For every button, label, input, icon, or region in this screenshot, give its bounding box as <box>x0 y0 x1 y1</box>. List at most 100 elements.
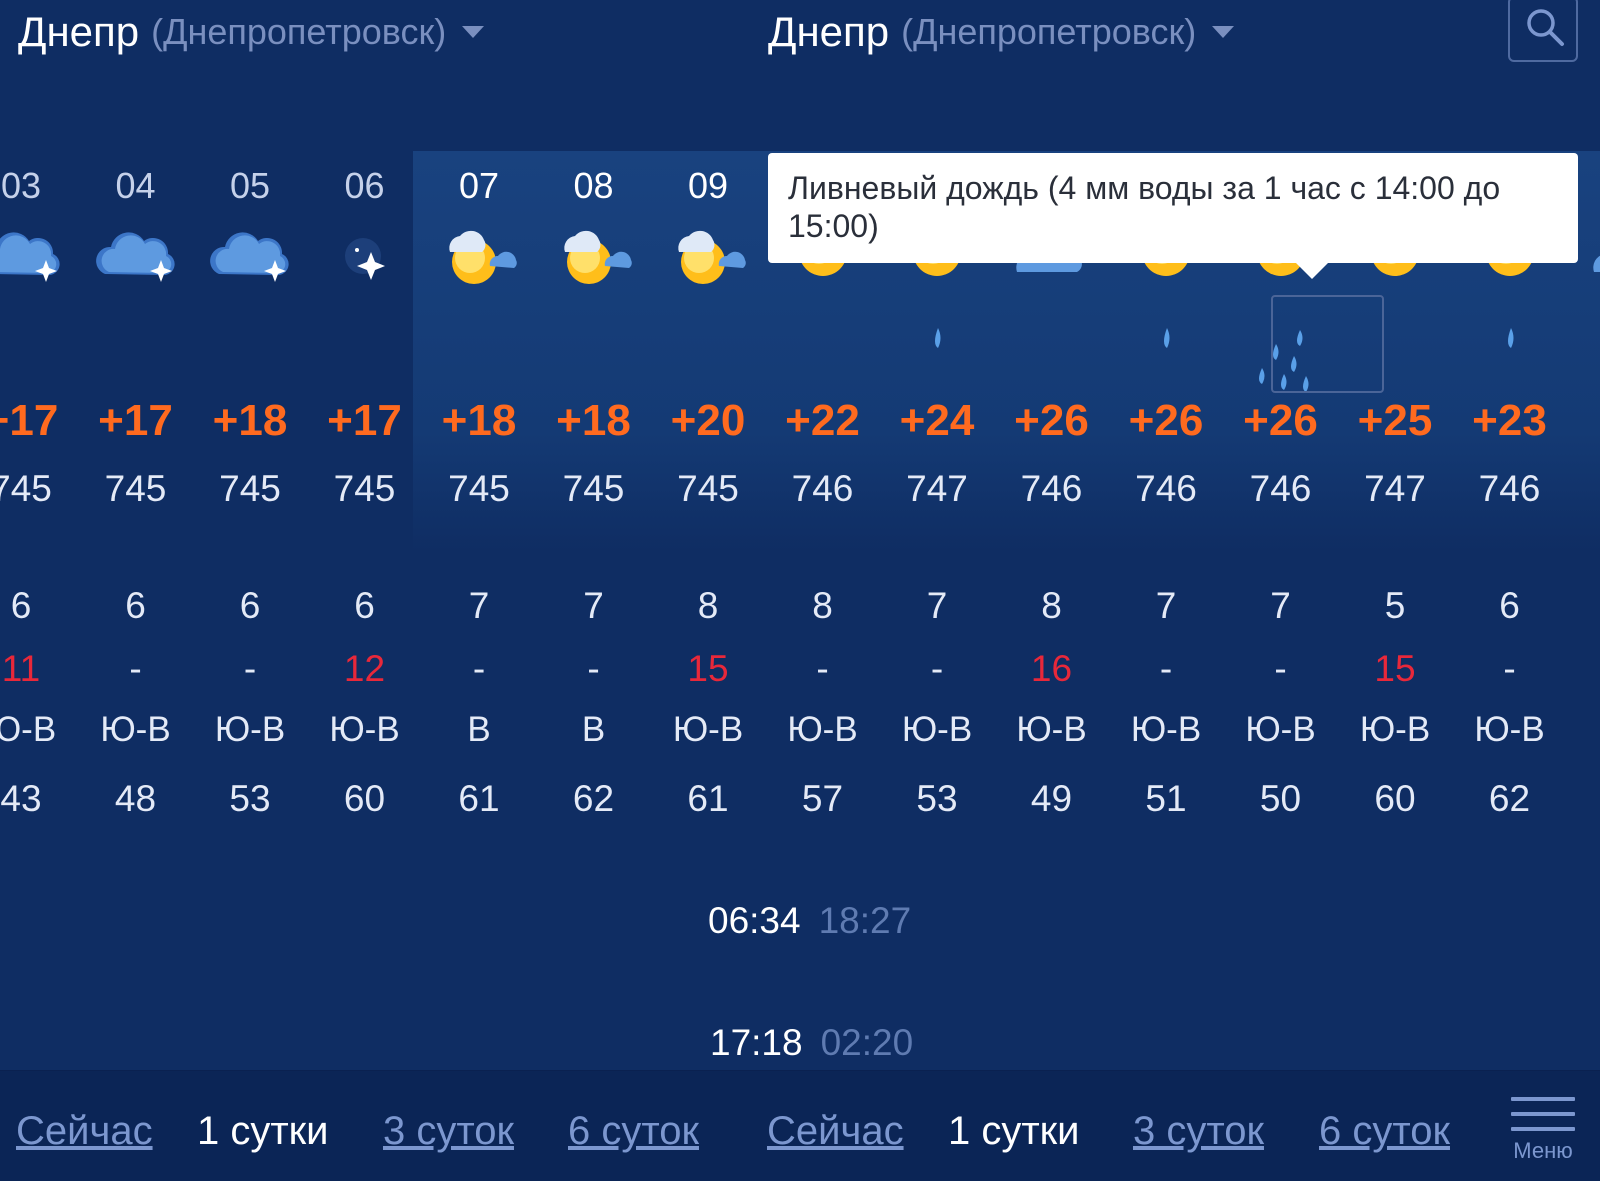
tab-3-days[interactable]: 3 суток <box>1133 1109 1264 1154</box>
raindrop-icon <box>880 320 994 380</box>
wind-speed: 7 <box>1270 585 1291 626</box>
wind-direction: Ю-В <box>100 710 171 749</box>
wind-direction: Ю-В <box>1359 710 1431 749</box>
hamburger-icon <box>1508 1097 1578 1131</box>
pressure: 745 <box>0 468 52 509</box>
header: Днепр (Днепропетровск) Днепр (Днепропетр… <box>0 0 1600 90</box>
wind-direction: Ю-В <box>1016 710 1087 749</box>
wind-gust: 15 <box>1374 648 1416 689</box>
humidity: 48 <box>114 778 157 819</box>
wind-gust: - <box>587 648 600 689</box>
search-button[interactable] <box>1508 0 1578 62</box>
bottom-nav: Сейчас 1 сутки 3 суток 6 суток Сейчас 1 … <box>0 1070 1600 1181</box>
tab-now[interactable]: Сейчас <box>767 1109 904 1154</box>
selected-precipitation-cell[interactable] <box>1271 295 1384 393</box>
city-selector-right[interactable]: Днепр (Днепропетровск) <box>768 8 1235 56</box>
tab-now[interactable]: Сейчас <box>16 1109 153 1154</box>
temperature: +26 <box>1243 396 1318 445</box>
wind-gust: 12 <box>343 648 386 689</box>
temperature: +18 <box>441 396 517 445</box>
temperature: +18 <box>556 396 631 445</box>
city-selector-left[interactable]: Днепр (Днепропетровск) <box>18 8 485 56</box>
temperature: +22 <box>785 396 860 445</box>
wind-gust: - <box>243 648 257 689</box>
wind-speed: 8 <box>697 585 719 626</box>
tab-6-days[interactable]: 6 суток <box>1319 1109 1450 1154</box>
wind-speed: 7 <box>1155 585 1177 626</box>
wind-gust: - <box>1159 648 1173 689</box>
wind-gust: - <box>1274 648 1287 689</box>
wind-gust: 11 <box>1 648 41 689</box>
hour-label: 03 <box>0 165 42 206</box>
hour-label: 08 <box>573 165 614 206</box>
tab-1-day[interactable]: 1 сутки <box>197 1109 329 1154</box>
precipitation-tooltip: Ливневый дождь (4 мм воды за 1 час с 14:… <box>768 153 1578 279</box>
night-clear-icon <box>308 222 422 292</box>
pressure: 7 <box>1567 468 1600 510</box>
pressure: 746 <box>1478 468 1541 509</box>
pressure: 745 <box>562 468 625 509</box>
temperature: +17 <box>98 396 173 445</box>
city-alt-name: (Днепропетровск) <box>151 11 447 52</box>
humidity: 61 <box>687 778 729 819</box>
tab-3-days[interactable]: 3 суток <box>383 1109 514 1154</box>
humidity: 62 <box>572 778 615 819</box>
pressure: 745 <box>104 468 167 509</box>
temperature: +25 <box>1357 396 1433 445</box>
pressure: 745 <box>677 468 739 509</box>
sun-cloud-icon <box>651 222 765 292</box>
sun-cloud-icon <box>422 222 536 292</box>
wind-speed: 8 <box>1041 585 1062 626</box>
temperature: +17 <box>327 396 402 445</box>
wind-gust: - <box>129 648 142 689</box>
wind-speed: 7 <box>583 585 604 626</box>
tab-1-day[interactable]: 1 сутки <box>948 1109 1080 1154</box>
wind-direction: Ю-В <box>1130 710 1202 749</box>
wind-direction: Ю <box>1567 710 1600 750</box>
sunrise-time: 06:34 <box>708 900 801 941</box>
wind-direction: Ю-В <box>787 710 858 749</box>
wind-speed: 6 <box>10 585 32 626</box>
humidity: 6 <box>1567 778 1600 820</box>
wind-direction: Ю-В <box>1245 710 1316 749</box>
hour-label: 05 <box>229 165 271 206</box>
search-icon <box>1527 9 1564 46</box>
temperature: +20 <box>670 396 746 445</box>
wind-direction: Ю-В <box>672 710 744 749</box>
wind-gust: - <box>1503 648 1516 689</box>
pressure: 746 <box>1135 468 1197 509</box>
city-name: Днепр <box>18 8 140 55</box>
temperature: +17 <box>0 396 59 445</box>
temperature: +18 <box>212 396 288 445</box>
wind-speed: 7 <box>468 585 490 626</box>
wind-gust: - <box>472 648 486 689</box>
night-cloudy-icon <box>79 222 193 292</box>
wind-direction: В <box>581 710 606 749</box>
wind-speed: 6 <box>125 585 146 626</box>
city-name: Днепр <box>768 8 890 55</box>
humidity: 53 <box>229 778 271 819</box>
humidity: 51 <box>1145 778 1187 819</box>
wind-speed: 7 <box>926 585 948 626</box>
wind-speed: 6 <box>239 585 261 626</box>
tab-6-days[interactable]: 6 суток <box>568 1109 699 1154</box>
temperature: +26 <box>1014 396 1089 445</box>
menu-button[interactable]: Меню <box>1508 1097 1578 1164</box>
wind-direction: Ю-В <box>1474 710 1545 749</box>
wind-speed: 5 <box>1384 585 1406 626</box>
humidity: 60 <box>343 778 386 819</box>
chevron-down-icon <box>462 26 485 38</box>
humidity: 53 <box>916 778 958 819</box>
hour-label: 04 <box>115 165 156 206</box>
hour-label: 06 <box>344 165 385 206</box>
pressure: 745 <box>448 468 510 509</box>
wind-speed: 8 <box>812 585 833 626</box>
tooltip-text: Ливневый дождь (4 мм воды за 1 час с 14:… <box>788 170 1501 244</box>
temperature: +23 <box>1472 396 1547 445</box>
pressure: 746 <box>1249 468 1312 509</box>
wind-direction: В <box>467 710 491 749</box>
menu-label: Меню <box>1513 1138 1573 1163</box>
pressure: 746 <box>1020 468 1083 509</box>
pressure: 746 <box>791 468 854 509</box>
humidity: 43 <box>0 778 42 819</box>
